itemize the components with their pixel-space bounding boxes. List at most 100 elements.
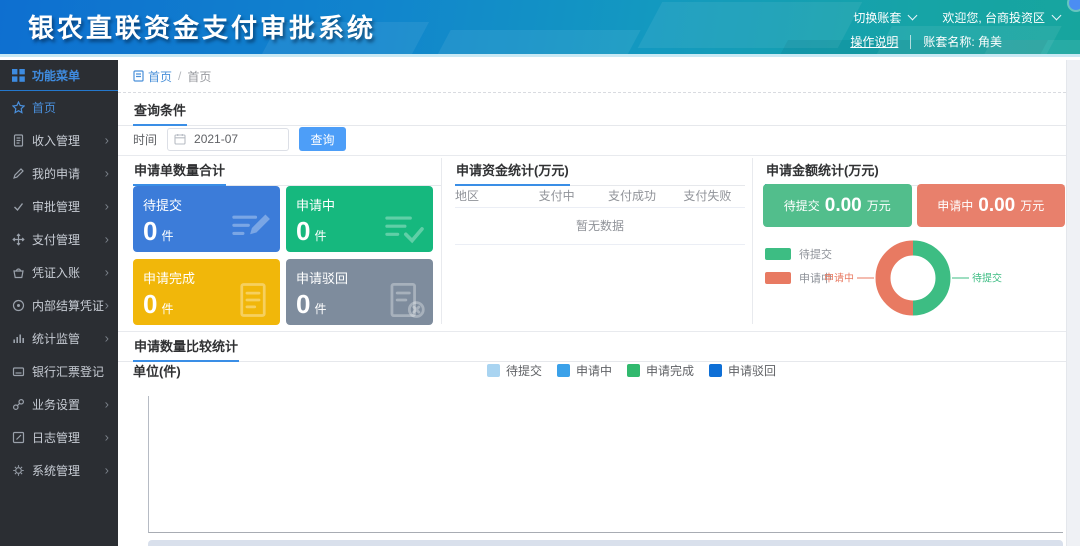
compare-section-title: 申请数量比较统计 (133, 336, 239, 362)
legend-swatch (765, 248, 791, 260)
legend-swatch (765, 272, 791, 284)
pencil-icon (12, 167, 25, 180)
donut-label-pending: 待提交 (972, 272, 1002, 285)
col-pay-success: 支付成功 (594, 187, 669, 204)
check-icon (12, 200, 25, 213)
calendar-icon (174, 133, 186, 145)
donut-chart: 申请中 待提交 (798, 230, 1065, 330)
breadcrumb-home-link[interactable]: 首页 (133, 68, 172, 85)
card-value: 0 (143, 216, 157, 246)
time-label: 时间 (133, 131, 157, 148)
legend-swatch (557, 364, 570, 377)
legend-item-pending[interactable]: 待提交 (487, 362, 542, 379)
page-icon (133, 70, 144, 82)
chart-datazoom-scrollbar[interactable] (148, 540, 1063, 546)
sidebar-item-voucher-entry[interactable]: 凭证入账 › (0, 256, 118, 289)
document-icon (12, 134, 25, 147)
chevron-down-icon (1052, 11, 1062, 21)
card-value: 0 (143, 289, 157, 319)
card-value: 0 (296, 289, 310, 319)
query-form: 时间 查询 (133, 127, 346, 151)
legend-item-completed[interactable]: 申请完成 (627, 362, 694, 379)
compare-chart-legend: 待提交 申请中 申请完成 申请驳回 (487, 362, 776, 379)
card-rejected: 申请驳回 0件 (286, 259, 433, 325)
right-scroll-gutter[interactable] (1066, 60, 1080, 546)
chart-unit-label: 单位(件) (133, 361, 181, 380)
chevron-right-icon: › (105, 462, 109, 477)
sidebar-nav: 功能菜单 首页 收入管理 › 我的申请 › 审批管理 (0, 60, 118, 546)
sidebar-item-system-mgmt[interactable]: 系统管理 › (0, 454, 118, 487)
legend-swatch (487, 364, 500, 377)
panel-divider (752, 158, 753, 324)
sidebar-item-bank-draft-register[interactable]: 银行汇票登记 (0, 355, 118, 388)
breadcrumb-current: 首页 (187, 68, 211, 85)
chevron-right-icon: › (105, 198, 109, 213)
col-pay-failed: 支付失败 (670, 187, 745, 204)
document-reject-icon (385, 281, 425, 319)
card-pending-submit: 待提交 0件 (133, 186, 280, 252)
amount-panel-header: 申请金额统计(万元) (765, 160, 1065, 186)
chevron-right-icon: › (105, 231, 109, 246)
sidebar-item-income-mgmt[interactable]: 收入管理 › (0, 124, 118, 157)
badge-pending-submit: 待提交 0.00 万元 (763, 184, 912, 227)
bank-card-icon (12, 365, 25, 378)
sidebar-item-approval-mgmt[interactable]: 审批管理 › (0, 190, 118, 223)
donut-slice-in-progress (883, 248, 913, 308)
card-in-progress: 申请中 0件 (286, 186, 433, 252)
app-window: 银农直联资金支付审批系统 切换账套 欢迎您, 台商投资区 操作说明 账套名称: … (0, 0, 1080, 546)
compare-bar-chart-plot (148, 396, 1063, 533)
operation-guide-link[interactable]: 操作说明 (850, 33, 898, 50)
count-cards: 待提交 0件 申请中 0件 申请完成 0件 (133, 186, 433, 325)
amount-panel-title: 申请金额统计(万元) (765, 160, 880, 186)
edit-square-icon (12, 431, 25, 444)
chevron-right-icon: › (105, 165, 109, 180)
sidebar-item-internal-settlement[interactable]: 内部结算凭证 › (0, 289, 118, 322)
chevron-right-icon: › (105, 132, 109, 147)
chevron-down-icon (908, 11, 918, 21)
empty-data-text: 暂无数据 (455, 208, 745, 245)
funds-panel-title: 申请资金统计(万元) (455, 160, 570, 186)
welcome-user-dropdown[interactable]: 欢迎您, 台商投资区 (942, 9, 1060, 26)
legend-swatch (709, 364, 722, 377)
move-cross-icon (12, 233, 25, 246)
app-header: 银农直联资金支付审批系统 切换账套 欢迎您, 台商投资区 操作说明 账套名称: … (0, 0, 1080, 57)
count-panel-header: 申请单数量合计 (133, 160, 441, 186)
chevron-right-icon: › (105, 297, 109, 312)
amount-badges: 待提交 0.00 万元 申请中 0.00 万元 (763, 184, 1065, 227)
col-paying: 支付中 (519, 187, 594, 204)
sidebar-menu-header: 功能菜单 (0, 60, 118, 91)
breadcrumb: 首页 / 首页 (118, 60, 1066, 93)
basket-icon (12, 266, 25, 279)
sidebar-item-log-mgmt[interactable]: 日志管理 › (0, 421, 118, 454)
sidebar-item-stats-supervision[interactable]: 统计监管 › (0, 322, 118, 355)
col-region: 地区 (455, 187, 519, 204)
document-lines-icon (234, 281, 272, 319)
search-button[interactable]: 查询 (299, 127, 346, 151)
chevron-right-icon: › (105, 396, 109, 411)
legend-item-rejected[interactable]: 申请驳回 (709, 362, 776, 379)
count-panel-title: 申请单数量合计 (133, 160, 226, 186)
switch-account-dropdown[interactable]: 切换账套 (853, 9, 916, 26)
legend-item-in-progress[interactable]: 申请中 (557, 362, 612, 379)
card-value: 0 (296, 216, 310, 246)
sidebar-item-home[interactable]: 首页 (0, 91, 118, 124)
sidebar-item-business-settings[interactable]: 业务设置 › (0, 388, 118, 421)
card-completed: 申请完成 0件 (133, 259, 280, 325)
donut-label-in-progress: 申请中 (824, 272, 854, 285)
header-deco-shape (429, 30, 640, 57)
legend-swatch (627, 364, 640, 377)
query-section-header: 查询条件 (118, 100, 1066, 126)
grid-menu-icon (12, 69, 25, 82)
funds-table-header: 地区 支付中 支付成功 支付失败 (455, 184, 745, 208)
chevron-right-icon: › (105, 330, 109, 345)
sidebar-item-payment-mgmt[interactable]: 支付管理 › (0, 223, 118, 256)
sidebar-item-my-apply[interactable]: 我的申请 › (0, 157, 118, 190)
floating-help-dot[interactable] (1069, 0, 1080, 10)
badge-in-progress: 申请中 0.00 万元 (917, 184, 1066, 227)
record-circle-icon (12, 299, 25, 312)
app-title: 银农直联资金支付审批系统 (28, 0, 376, 56)
gear-icon (12, 464, 25, 477)
link-icon (12, 398, 25, 411)
edit-document-icon (230, 210, 272, 246)
section-divider (118, 155, 1066, 156)
